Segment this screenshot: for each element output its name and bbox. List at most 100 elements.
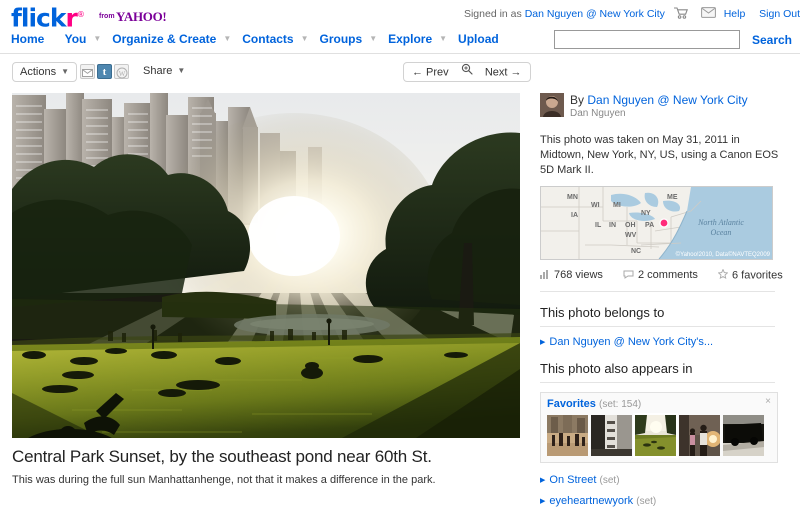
- belongs-to-heading: This photo belongs to: [540, 305, 775, 327]
- search-button[interactable]: Search: [752, 33, 792, 47]
- svg-text:NC: NC: [631, 248, 641, 255]
- chevron-down-icon-explore[interactable]: ▼: [439, 34, 447, 43]
- author-link[interactable]: Dan Nguyen @ New York City: [587, 93, 747, 107]
- thumb-building-facade[interactable]: [591, 415, 632, 456]
- thumb-people-dusk[interactable]: [679, 415, 720, 456]
- chevron-down-icon-actions: ▼: [61, 67, 69, 76]
- cart-icon[interactable]: [673, 6, 688, 22]
- photo-description: This was during the full sun Manhattanhe…: [12, 474, 436, 486]
- signed-in-username-link[interactable]: Dan Nguyen @ New York City: [525, 8, 665, 20]
- svg-text:ME: ME: [667, 194, 678, 201]
- featured-set-name[interactable]: Favorites: [547, 398, 596, 410]
- star-icon: [717, 268, 729, 282]
- stat-views: 768 views: [540, 269, 603, 281]
- svg-text:MI: MI: [613, 202, 621, 209]
- svg-text:IA: IA: [571, 212, 578, 219]
- set-meta: (set): [636, 496, 657, 507]
- svg-text:OH: OH: [625, 222, 636, 229]
- share-button[interactable]: Share ▼: [136, 62, 193, 82]
- nav-item-organize-create[interactable]: Organize & Create: [112, 32, 216, 46]
- thumb-street-crowd[interactable]: [547, 415, 588, 456]
- chevron-down-icon-groups[interactable]: ▼: [369, 34, 377, 43]
- photo-action-toolbar: Actions ▼ t W Share ▼ ← Prev Next →: [0, 60, 800, 90]
- stat-favorites[interactable]: 6 favorites: [717, 268, 783, 282]
- nav-item-upload[interactable]: Upload: [458, 32, 499, 46]
- top-utility-bar: flickr® from YAHOO! Signed in as Dan Ngu…: [0, 0, 800, 30]
- byline-author: By Dan Nguyen @ New York City: [570, 93, 748, 107]
- list-item: ▶ eyeheartnewyork (set): [540, 495, 788, 507]
- set-thumbnail-strip: [547, 413, 771, 458]
- photo-stats: 768 views 2 comments 6 favorites: [540, 268, 783, 292]
- list-item: ▶ On Street (set): [540, 474, 788, 486]
- photo-sidebar: By Dan Nguyen @ New York City Dan Nguyen…: [540, 93, 788, 507]
- nav-item-home[interactable]: Home: [11, 32, 44, 46]
- spacer-0: [51, 34, 53, 43]
- thumb-dark-vehicle[interactable]: [723, 415, 764, 456]
- prev-photo-button[interactable]: ← Prev: [412, 66, 449, 78]
- nav-item-you[interactable]: You: [65, 32, 87, 46]
- sign-out-link[interactable]: Sign Out: [759, 8, 800, 20]
- appears-in-heading: This photo also appears in: [540, 361, 775, 383]
- next-photo-button[interactable]: Next →: [485, 66, 522, 78]
- photo-nav-controls: ← Prev Next →: [403, 62, 531, 82]
- set-link-on-street[interactable]: On Street: [549, 474, 596, 486]
- photo-column: [12, 93, 520, 438]
- wordpress-icon[interactable]: W: [114, 64, 129, 79]
- avatar[interactable]: [540, 93, 564, 117]
- svg-text:Ocean: Ocean: [711, 228, 732, 237]
- svg-text:MN: MN: [567, 194, 578, 201]
- svg-text:WV: WV: [625, 232, 637, 239]
- page-title: Central Park Sunset, by the southeast po…: [12, 447, 432, 466]
- help-link[interactable]: Help: [724, 8, 746, 20]
- triangle-right-icon: ▶: [540, 339, 546, 346]
- featured-set-header: Favorites (set: 154): [547, 398, 771, 410]
- author-realname: Dan Nguyen: [570, 108, 626, 119]
- location-map[interactable]: MN WI MI ME IA NY IL IN OH PA WV NC Nort…: [540, 186, 773, 260]
- byline-prefix: By: [570, 93, 585, 107]
- nav-item-contacts[interactable]: Contacts: [242, 32, 293, 46]
- stat-comments[interactable]: 2 comments: [623, 269, 698, 281]
- signed-in-bar: Signed in as Dan Nguyen @ New York City …: [464, 6, 800, 22]
- chevron-down-icon-contacts[interactable]: ▼: [301, 34, 309, 43]
- stat-comments-label: 2 comments: [637, 269, 698, 282]
- nav-item-groups[interactable]: Groups: [320, 32, 363, 46]
- yahoo-wordmark: YAHOO!: [116, 9, 167, 24]
- actions-button-label: Actions: [20, 66, 57, 78]
- svg-text:WI: WI: [591, 202, 600, 209]
- chevron-down-icon-share: ▼: [177, 66, 186, 75]
- tumblr-icon[interactable]: t: [97, 64, 112, 79]
- svg-text:North Atlantic: North Atlantic: [697, 218, 744, 227]
- belongs-to-link[interactable]: Dan Nguyen @ New York City's...: [549, 336, 713, 348]
- registered-mark-icon: ®: [76, 10, 85, 19]
- nav-item-list: Home You ▼ Organize & Create ▼ Contacts ▼ Grou…: [11, 32, 506, 46]
- chevron-down-icon-organize[interactable]: ▼: [223, 34, 231, 43]
- magnifier-icon[interactable]: [461, 63, 473, 82]
- email-icon[interactable]: [80, 64, 95, 79]
- close-icon[interactable]: ×: [765, 397, 771, 407]
- triangle-right-icon: ▶: [540, 477, 546, 484]
- stat-favorites-label: 6 favorites: [731, 269, 783, 282]
- share-icon-group: t W: [80, 64, 131, 79]
- map-attribution: ©Yahoo!2010, Data©NAVTEQ2009: [675, 252, 770, 258]
- actions-button[interactable]: Actions ▼: [12, 62, 77, 82]
- bar-chart-icon: [540, 269, 550, 282]
- set-meta: (set): [599, 475, 620, 486]
- mail-icon[interactable]: [700, 7, 716, 21]
- share-button-label: Share: [143, 65, 173, 77]
- featured-set-panel: × Favorites (set: 154): [540, 392, 778, 463]
- set-link-eyeheartnewyork[interactable]: eyeheartnewyork: [549, 495, 633, 507]
- svg-text:IN: IN: [609, 222, 616, 229]
- svg-text:NY: NY: [641, 210, 651, 217]
- belongs-to-item: ▶ Dan Nguyen @ New York City's...: [540, 336, 788, 348]
- photo-taken-info: This photo was taken on May 31, 2011 in …: [540, 134, 779, 176]
- thumb-park-lawn[interactable]: [633, 413, 678, 458]
- comment-icon: [623, 270, 634, 282]
- search-input[interactable]: [553, 30, 740, 49]
- nav-item-explore[interactable]: Explore: [388, 32, 432, 46]
- logo-from-text: from: [99, 13, 115, 20]
- chevron-down-icon-you[interactable]: ▼: [93, 34, 101, 43]
- featured-set-count: (set: 154): [598, 399, 642, 410]
- main-photo[interactable]: [12, 93, 520, 438]
- other-sets-list: ▶ On Street (set) ▶ eyeheartnewyork (set): [540, 474, 788, 507]
- main-navigation-bar: Home You ▼ Organize & Create ▼ Contacts ▼ Grou…: [0, 27, 800, 54]
